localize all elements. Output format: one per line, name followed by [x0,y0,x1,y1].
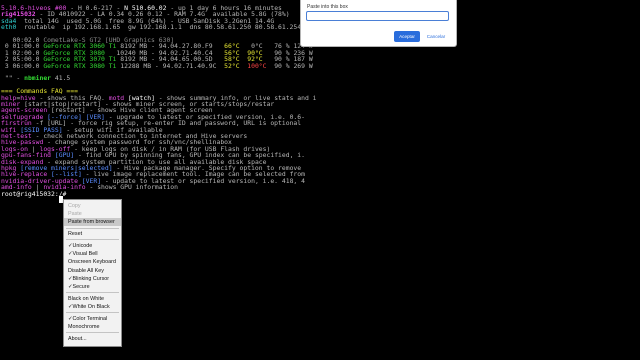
terminal-text: 90 % [266,61,294,70]
context-menu: Copy Paste Paste from browser Reset ✓Unicode… [63,199,122,347]
terminal-line: 3 06:00.0 GeForce RTX 3080 Ti 12288 MB -… [1,62,313,70]
terminal-text: 52°C [224,61,240,70]
terminal-text: routable ip 192.168.1.65 gw 192.168.1.1 … [16,23,336,32]
menu-item-monochrome[interactable]: Monochrome [64,323,121,331]
terminal-text: 41.5 [51,74,71,83]
menu-item-color-terminal[interactable]: ✓Color Terminal [64,315,121,323]
menu-item-reset[interactable]: Reset [64,230,121,238]
menu-item-white-on-black[interactable]: ✓White On Black [64,303,121,311]
menu-item-unicode[interactable]: ✓Unicode [64,242,121,250]
terminal-text: GeForce RTX 3080 Ti [43,61,117,70]
menu-item-black-on-white[interactable]: Black on White [64,295,121,303]
menu-separator [66,239,119,241]
menu-item-copy: Copy [68,203,81,209]
menu-item-visual-bell[interactable]: ✓Visual Bell [64,250,121,258]
menu-item-paste-from-browser[interactable]: Paste from browser [64,218,121,227]
menu-separator [66,227,119,229]
menu-item-about[interactable]: About... [64,335,121,343]
terminal-text: 100°C [239,61,267,70]
menu-item-secure[interactable]: ✓Secure [64,283,121,291]
cancel-button[interactable]: Cancelar [423,31,449,42]
menu-item-paste: Paste [68,211,82,218]
terminal-text: eth0 [1,23,17,32]
menu-item-onscreen-keyboard[interactable]: Onscreen Keyboard [64,258,121,266]
terminal-text: "" [1,74,17,83]
terminal-line: eth0 routable ip 192.168.1.65 gw 192.168… [1,23,336,31]
accept-button[interactable]: Aceptar [394,31,420,42]
terminal-text: - shows GPU information [85,183,179,192]
paste-dialog-title: Paste into this box [307,4,348,10]
terminal-text: nbminer [24,74,52,83]
paste-input[interactable] [306,11,449,21]
paste-dialog: Paste into this box Aceptar Cancelar [300,0,457,47]
terminal-text: 269 W [293,61,313,70]
menu-separator [66,332,119,334]
terminal-text: 3 06:00.0 [1,61,44,70]
terminal-line: "" - nbminer 41.5 [1,74,70,82]
menu-item-disable-all-key[interactable]: Disable All Key [64,267,121,275]
menu-separator [66,292,119,294]
menu-separator [66,312,119,314]
terminal-text: 12288 MB - 94.02.71.40.9C [116,61,225,70]
menu-item-blinking-cursor[interactable]: ✓Blinking Cursor [64,275,121,283]
terminal-text: - [16,74,25,83]
